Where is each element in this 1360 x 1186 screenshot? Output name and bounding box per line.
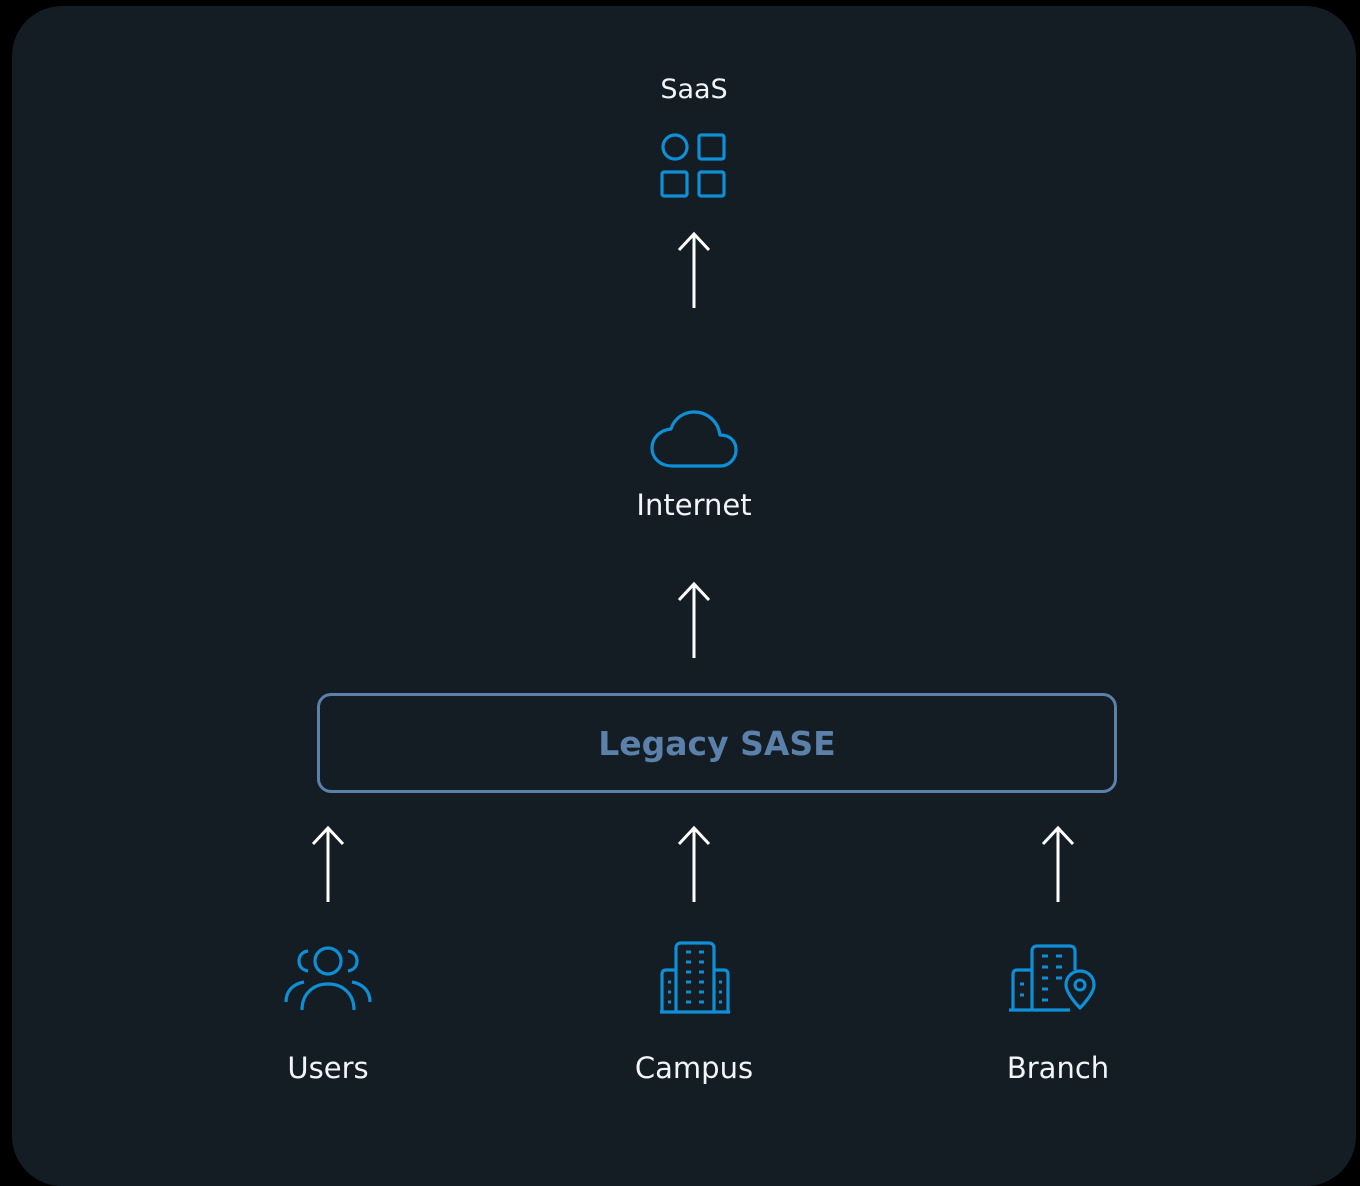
legacy-sase-box: Legacy SASE (317, 693, 1117, 793)
branch-label: Branch (1006, 1051, 1110, 1085)
arrow-up-icon (677, 581, 711, 658)
campus-label: Campus (634, 1051, 754, 1085)
arrow-up-icon (677, 231, 711, 308)
campus-buildings-icon (660, 941, 730, 1014)
internet-label: Internet (636, 488, 752, 522)
branch-building-location-icon (1009, 944, 1096, 1012)
users-label: Users (287, 1051, 369, 1085)
users-group-icon (284, 946, 372, 1011)
saas-label: SaaS (660, 74, 728, 105)
legacy-sase-label: Legacy SASE (598, 723, 836, 763)
cloud-icon (650, 410, 738, 468)
arrow-up-icon (677, 825, 711, 902)
apps-grid-icon (660, 133, 726, 198)
arrow-up-icon (1041, 825, 1075, 902)
arrow-up-icon (311, 825, 345, 902)
